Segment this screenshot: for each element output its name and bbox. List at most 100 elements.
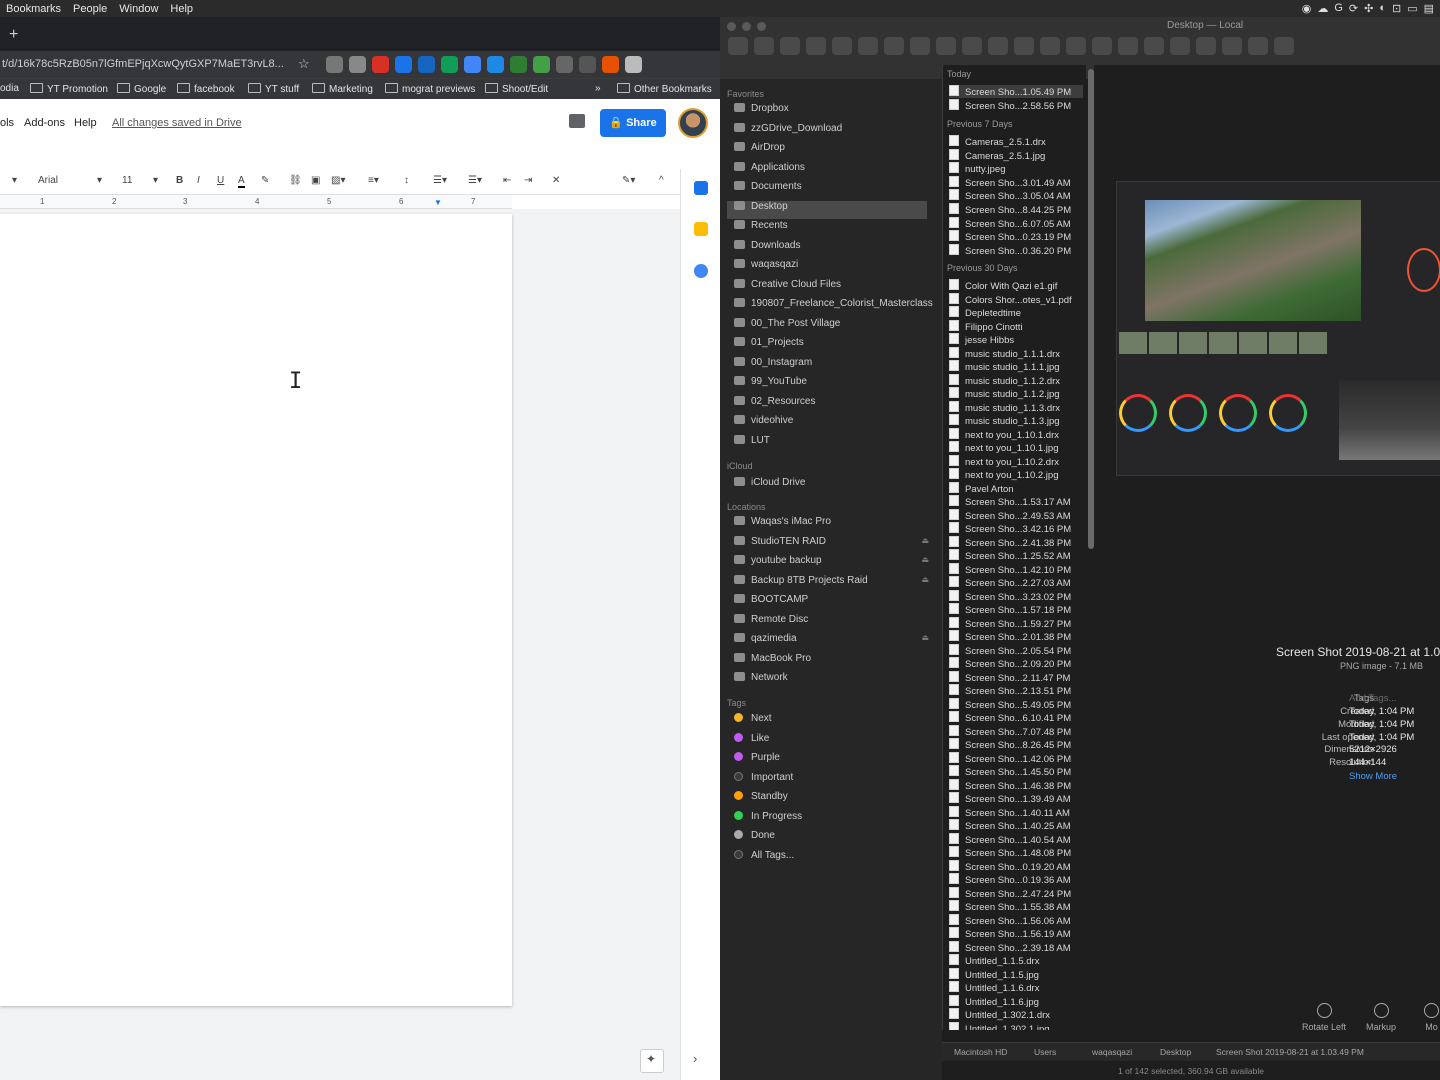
rotate-left-button[interactable]: Rotate Left <box>1302 1003 1346 1032</box>
sidebar-item-tag[interactable]: All Tags... <box>734 849 934 868</box>
toolbar-app-icon[interactable] <box>832 37 852 55</box>
sidebar-item[interactable]: LUT <box>734 434 934 453</box>
toolbar-app-icon[interactable] <box>858 37 878 55</box>
file-item[interactable]: Cameras_2.5.1.jpg <box>949 149 1083 162</box>
eject-icon[interactable]: ⏏ <box>921 633 929 642</box>
zoom-button[interactable] <box>757 22 766 31</box>
toolbar-app-icon[interactable] <box>1248 37 1268 55</box>
link-icon[interactable]: ⛓ <box>289 175 302 186</box>
numbered-list-icon[interactable]: ☰▾ <box>433 175 447 186</box>
file-item[interactable]: Screen Sho...0.19.20 AM <box>949 860 1083 873</box>
file-item[interactable]: Screen Sho...2.39.18 AM <box>949 941 1083 954</box>
sidebar-item[interactable]: 01_Projects <box>734 337 934 355</box>
sidebar-item-tag[interactable]: Like <box>734 732 934 751</box>
file-item[interactable]: Screen Sho...2.09.20 PM <box>949 657 1083 670</box>
file-item[interactable]: Screen Sho...2.05.54 PM <box>949 644 1083 657</box>
file-item[interactable]: Untitled_1.1.6.drx <box>949 981 1083 994</box>
sidebar-item[interactable]: Desktop <box>727 200 927 219</box>
tasks-icon[interactable] <box>694 264 708 278</box>
font-size-select[interactable]: 11 <box>122 175 132 186</box>
decrease-indent-icon[interactable]: ⇤ <box>503 175 511 186</box>
toolbar-app-icon[interactable] <box>1196 37 1216 55</box>
toolbar-app-icon[interactable] <box>1222 37 1242 55</box>
file-item[interactable]: Screen Sho...2.01.38 PM <box>949 630 1083 643</box>
bookmark-folder[interactable]: facebook <box>177 83 235 95</box>
keep-icon[interactable] <box>694 222 708 236</box>
sidebar-item[interactable]: 00_Instagram <box>734 356 934 375</box>
tray-icon[interactable]: ▤ <box>1424 2 1434 15</box>
file-item[interactable]: Screen Sho...7.07.48 PM <box>949 725 1083 738</box>
menu-people[interactable]: People <box>67 3 113 15</box>
file-item[interactable]: Screen Sho...0.36.20 PM <box>949 244 1083 257</box>
file-item[interactable]: Screen Sho...3.01.49 AM <box>949 176 1083 189</box>
action-gear-icon[interactable] <box>1040 37 1060 55</box>
ruler[interactable]: 1 2 3 4 5 6 7 ▼ <box>0 195 512 209</box>
menu-window[interactable]: Window <box>113 3 164 15</box>
new-tab-icon[interactable]: + <box>9 26 18 44</box>
file-item[interactable]: Screen Sho...0.19.36 AM <box>949 873 1083 886</box>
file-item[interactable]: Screen Sho...1.40.11 AM <box>949 806 1083 819</box>
extension-icon[interactable] <box>487 56 504 73</box>
bookmark-folder[interactable]: YT Promotion <box>30 83 108 95</box>
sidebar-item[interactable]: qazimedia ⏏ <box>734 633 934 651</box>
eject-icon[interactable]: ⏏ <box>921 575 929 584</box>
file-item[interactable]: Screen Sho...0.23.19 PM <box>949 230 1083 243</box>
file-item[interactable]: Screen Sho...1.40.54 AM <box>949 833 1083 846</box>
extension-icon[interactable] <box>441 56 458 73</box>
comment-add-icon[interactable]: ▣ <box>311 175 320 186</box>
chevron-down-icon[interactable]: ▾ <box>153 175 158 186</box>
view-columns-button[interactable] <box>962 37 982 55</box>
sidebar-item[interactable]: 190807_Freelance_Colorist_Masterclass <box>734 298 934 316</box>
bold-icon[interactable]: B <box>176 175 183 186</box>
toolbar-app-icon[interactable] <box>1144 37 1164 55</box>
file-item[interactable]: jesse Hibbs <box>949 333 1083 346</box>
align-icon[interactable]: ≡▾ <box>368 175 379 186</box>
sidebar-item[interactable]: Downloads <box>734 239 934 258</box>
file-item[interactable]: Pavel Arton <box>949 482 1083 495</box>
font-select[interactable]: Arial <box>38 175 58 186</box>
file-item[interactable]: Screen Sho...1.56.06 AM <box>949 914 1083 927</box>
comment-icon[interactable] <box>569 114 585 128</box>
extension-icon[interactable] <box>395 56 412 73</box>
bookmark-star-icon[interactable]: ☆ <box>298 56 310 72</box>
add-tags-input[interactable]: Add Tags... <box>1349 693 1396 704</box>
sidebar-item[interactable]: Creative Cloud Files <box>734 278 934 297</box>
file-item[interactable]: Screen Sho...1.46.38 PM <box>949 779 1083 792</box>
file-item[interactable]: music studio_1.1.3.drx <box>949 401 1083 414</box>
file-item[interactable]: Screen Sho...2.41.38 PM <box>949 536 1083 549</box>
bullet-list-icon[interactable]: ☰▾ <box>468 175 482 186</box>
bookmark-folder[interactable]: Shoot/Edit <box>485 83 548 95</box>
extension-icon[interactable] <box>326 56 343 73</box>
sidebar-item[interactable]: Waqas's iMac Pro <box>734 516 934 534</box>
file-item[interactable]: Screen Sho...2.27.03 AM <box>949 576 1083 589</box>
toolbar-app-icon[interactable] <box>1274 37 1294 55</box>
explore-button[interactable] <box>640 1049 664 1073</box>
line-spacing-icon[interactable]: ↕ <box>404 175 409 186</box>
file-item[interactable]: Filippo Cinotti <box>949 320 1083 333</box>
tray-icon[interactable]: ⊡ <box>1392 2 1401 15</box>
underline-icon[interactable]: U <box>217 175 224 186</box>
tag-icon[interactable] <box>1092 37 1112 55</box>
avatar[interactable] <box>678 108 708 138</box>
file-item[interactable]: Screen Sho...8.26.45 PM <box>949 738 1083 751</box>
toolbar-app-icon[interactable] <box>780 37 800 55</box>
toolbar-app-icon[interactable] <box>884 37 904 55</box>
file-item[interactable]: Untitled_1.1.5.drx <box>949 954 1083 967</box>
file-item[interactable]: Screen Sho...1.42.10 PM <box>949 563 1083 576</box>
file-item[interactable]: Untitled_1.1.6.jpg <box>949 995 1083 1008</box>
sidebar-item-tag[interactable]: Done <box>734 830 934 848</box>
file-item[interactable]: next to you_1.10.2.drx <box>949 455 1083 468</box>
extension-icon[interactable] <box>602 56 619 73</box>
sidebar-item[interactable]: youtube backup ⏏ <box>734 555 934 573</box>
file-item[interactable]: Screen Sho...2.11.47 PM <box>949 671 1083 684</box>
view-gallery-button[interactable] <box>988 37 1008 55</box>
file-item[interactable]: Screen Sho...3.23.02 PM <box>949 590 1083 603</box>
file-item[interactable]: Color With Qazi e1.gif <box>949 279 1083 292</box>
file-item[interactable]: Screen Sho...1.39.49 AM <box>949 792 1083 805</box>
extension-icon[interactable] <box>533 56 550 73</box>
bookmark-folder[interactable]: Other Bookmarks <box>617 83 712 95</box>
file-item[interactable]: Untitled_1.302.1.drx <box>949 1008 1083 1021</box>
extension-icon[interactable] <box>464 56 481 73</box>
sidebar-item[interactable]: zzGDrive_Download <box>734 122 934 141</box>
forward-button[interactable] <box>754 37 774 55</box>
